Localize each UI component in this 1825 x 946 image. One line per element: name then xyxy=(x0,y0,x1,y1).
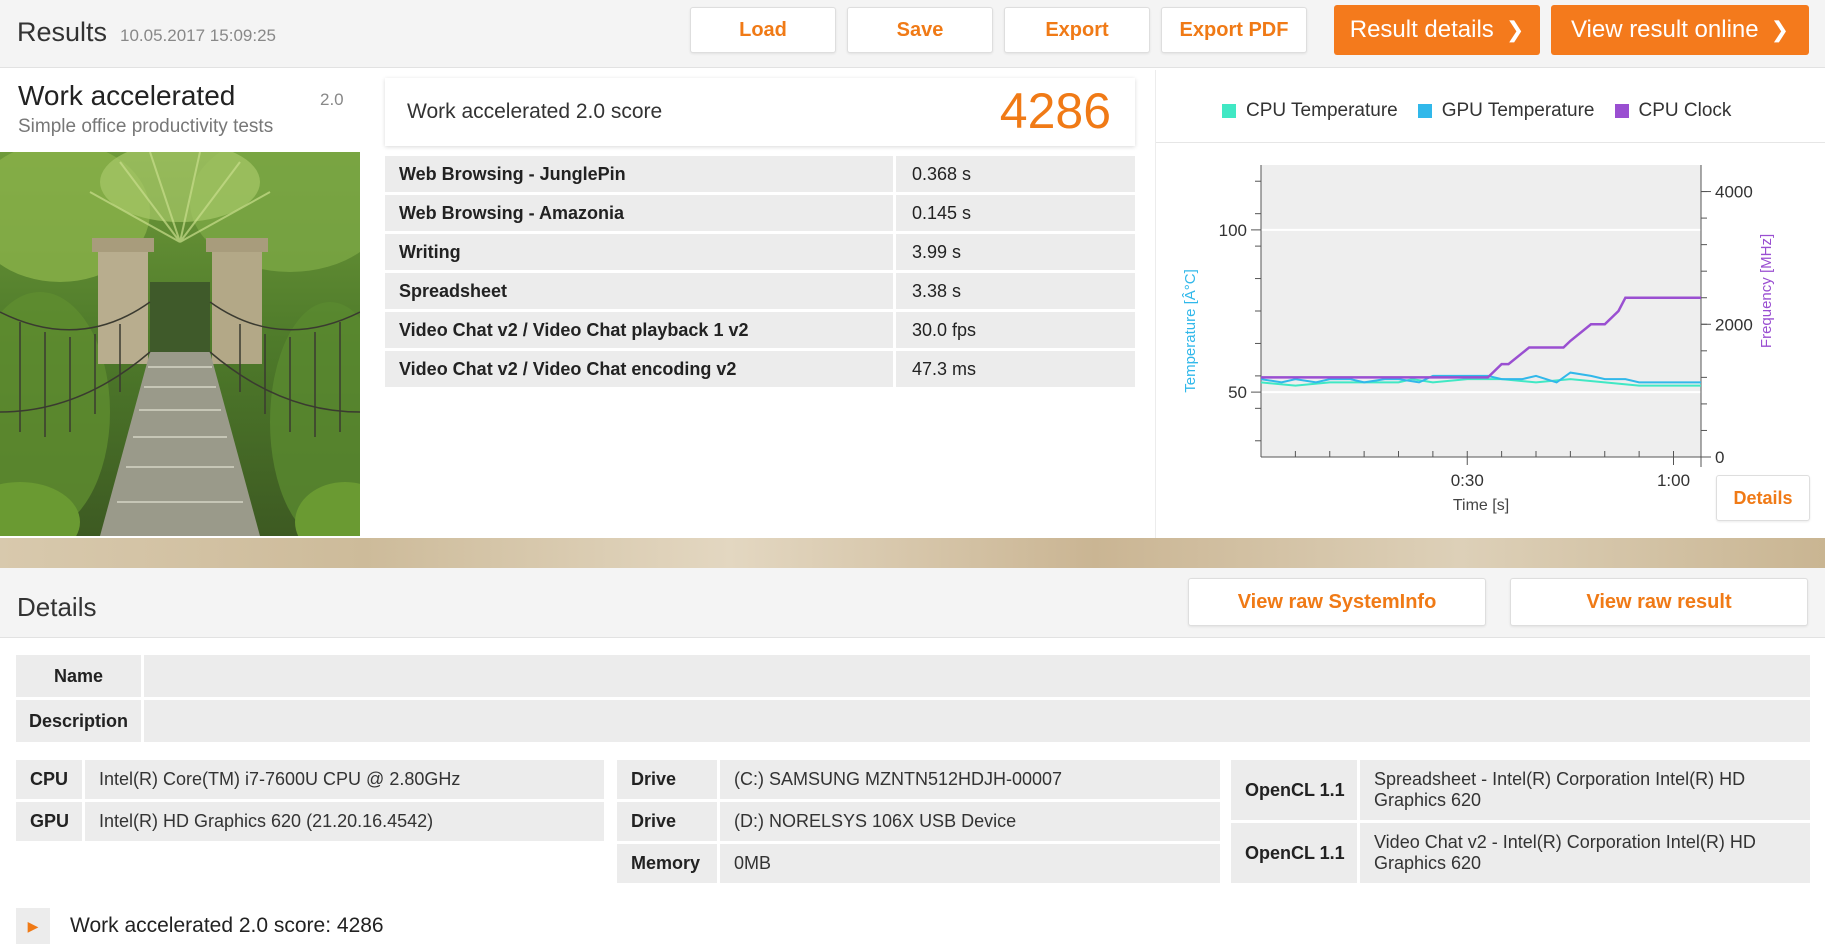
chevron-right-icon: ❯ xyxy=(1505,17,1525,42)
caret-right-icon[interactable]: ▶ xyxy=(16,908,50,944)
test-version: 2.0 xyxy=(320,90,344,109)
description-key: Description xyxy=(16,700,141,742)
chevron-right-icon: ❯ xyxy=(1770,17,1790,42)
test-image-bridge xyxy=(0,152,360,536)
result-value: 47.3 ms xyxy=(896,351,1135,387)
table-row: OpenCL 1.1 Spreadsheet - Intel(R) Corpor… xyxy=(1231,760,1810,820)
result-name: Spreadsheet xyxy=(385,273,893,309)
sys-value: (C:) SAMSUNG MZNTN512HDJH-00007 xyxy=(720,760,1220,799)
table-row: Spreadsheet 3.38 s xyxy=(385,273,1135,309)
y-left-tick-label: 50 xyxy=(1228,383,1247,402)
sys-key: CPU xyxy=(16,760,82,799)
x-axis-label: Time [s] xyxy=(1453,497,1509,514)
result-value: 0.368 s xyxy=(896,156,1135,192)
result-value: 0.145 s xyxy=(896,195,1135,231)
result-name: Video Chat v2 / Video Chat encoding v2 xyxy=(385,351,893,387)
table-row: Video Chat v2 / Video Chat encoding v2 4… xyxy=(385,351,1135,387)
test-name: Work accelerated xyxy=(18,80,236,111)
page-title: Results xyxy=(17,17,108,47)
result-value: 3.38 s xyxy=(896,273,1135,309)
x-tick-label: 1:00 xyxy=(1657,471,1690,490)
test-subtitle: Simple office productivity tests xyxy=(18,116,274,137)
y-right-tick-label: 0 xyxy=(1715,448,1724,467)
export-button[interactable]: Export xyxy=(1004,7,1150,53)
result-name: Video Chat v2 / Video Chat playback 1 v2 xyxy=(385,312,893,348)
plot-area xyxy=(1261,165,1701,457)
y-left-tick-label: 100 xyxy=(1219,221,1247,240)
monitoring-chart: 50 100 0 2000 4000 0:30 1:00 Time [s] Temperatur… xyxy=(1182,165,1775,514)
sys-key: Drive xyxy=(617,760,717,799)
result-details-button[interactable]: Result details ❯ xyxy=(1334,5,1540,55)
sys-value: Intel(R) HD Graphics 620 (21.20.16.4542) xyxy=(85,802,604,841)
view-raw-systeminfo-button[interactable]: View raw SystemInfo xyxy=(1188,578,1486,626)
table-row: Drive (D:) NORELSYS 106X USB Device xyxy=(617,802,1220,841)
sys-key: OpenCL 1.1 xyxy=(1231,760,1357,820)
sys-key: Drive xyxy=(617,802,717,841)
description-row: Description xyxy=(16,700,1810,742)
table-row: GPU Intel(R) HD Graphics 620 (21.20.16.4… xyxy=(16,802,604,841)
score-card: Work accelerated 2.0 score 4286 xyxy=(385,78,1135,146)
table-row: Web Browsing - Amazonia 0.145 s xyxy=(385,195,1135,231)
y-right-tick-label: 2000 xyxy=(1715,315,1753,334)
score-label: Work accelerated 2.0 score xyxy=(407,100,663,123)
table-row: Web Browsing - JunglePin 0.368 s xyxy=(385,156,1135,192)
y-axis-right-label: Frequency [MHz] xyxy=(1758,234,1775,348)
sys-key: Memory xyxy=(617,844,717,883)
sys-value: (D:) NORELSYS 106X USB Device xyxy=(720,802,1220,841)
table-row: Writing 3.99 s xyxy=(385,234,1135,270)
score-summary: Work accelerated 2.0 score: 4286 xyxy=(70,914,384,937)
table-row: Memory 0MB xyxy=(617,844,1220,883)
export-pdf-button[interactable]: Export PDF xyxy=(1161,7,1307,53)
chart-details-button[interactable]: Details xyxy=(1716,475,1810,521)
table-row: CPU Intel(R) Core(TM) i7-7600U CPU @ 2.8… xyxy=(16,760,604,799)
name-value[interactable] xyxy=(144,655,1810,697)
view-online-label: View result online xyxy=(1570,16,1759,43)
name-key: Name xyxy=(16,655,141,697)
y-right-tick-label: 4000 xyxy=(1715,183,1753,202)
table-row: Video Chat v2 / Video Chat playback 1 v2… xyxy=(385,312,1135,348)
system-info-hardware: CPU Intel(R) Core(TM) i7-7600U CPU @ 2.8… xyxy=(16,760,604,844)
result-value: 30.0 fps xyxy=(896,312,1135,348)
result-date: 10.05.2017 15:09:25 xyxy=(120,26,276,45)
system-info-opencl: OpenCL 1.1 Spreadsheet - Intel(R) Corpor… xyxy=(1231,760,1810,886)
sys-value: Video Chat v2 - Intel(R) Corporation Int… xyxy=(1360,823,1810,883)
view-online-button[interactable]: View result online ❯ xyxy=(1551,5,1809,55)
y-axis-left-label: Temperature [Â°C] xyxy=(1182,269,1199,393)
result-name: Web Browsing - Amazonia xyxy=(385,195,893,231)
name-row: Name xyxy=(16,655,1810,697)
result-value: 3.99 s xyxy=(896,234,1135,270)
save-button[interactable]: Save xyxy=(847,7,993,53)
details-title: Details xyxy=(17,592,97,622)
x-tick-label: 0:30 xyxy=(1451,471,1484,490)
score-value: 4286 xyxy=(999,83,1111,139)
view-raw-result-button[interactable]: View raw result xyxy=(1510,578,1808,626)
monitoring-chart-panel: CPU Temperature GPU Temperature CPU Cloc… xyxy=(1155,70,1825,538)
rope-bridge-illustration xyxy=(0,152,360,536)
result-name: Writing xyxy=(385,234,893,270)
result-name: Web Browsing - JunglePin xyxy=(385,156,893,192)
table-row: OpenCL 1.1 Video Chat v2 - Intel(R) Corp… xyxy=(1231,823,1810,883)
sys-value: Intel(R) Core(TM) i7-7600U CPU @ 2.80GHz xyxy=(85,760,604,799)
load-button[interactable]: Load xyxy=(690,7,836,53)
result-details-label: Result details xyxy=(1349,16,1494,43)
decorative-banner xyxy=(0,538,1825,568)
table-row: Drive (C:) SAMSUNG MZNTN512HDJH-00007 xyxy=(617,760,1220,799)
score-expander[interactable]: ▶ Work accelerated 2.0 score: 4286 xyxy=(16,908,384,944)
system-info-storage: Drive (C:) SAMSUNG MZNTN512HDJH-00007 Dr… xyxy=(617,760,1220,886)
description-value[interactable] xyxy=(144,700,1810,742)
sys-key: GPU xyxy=(16,802,82,841)
results-table: Web Browsing - JunglePin 0.368 s Web Bro… xyxy=(385,156,1135,390)
sys-value: Spreadsheet - Intel(R) Corporation Intel… xyxy=(1360,760,1810,820)
sys-value: 0MB xyxy=(720,844,1220,883)
sys-key: OpenCL 1.1 xyxy=(1231,823,1357,883)
